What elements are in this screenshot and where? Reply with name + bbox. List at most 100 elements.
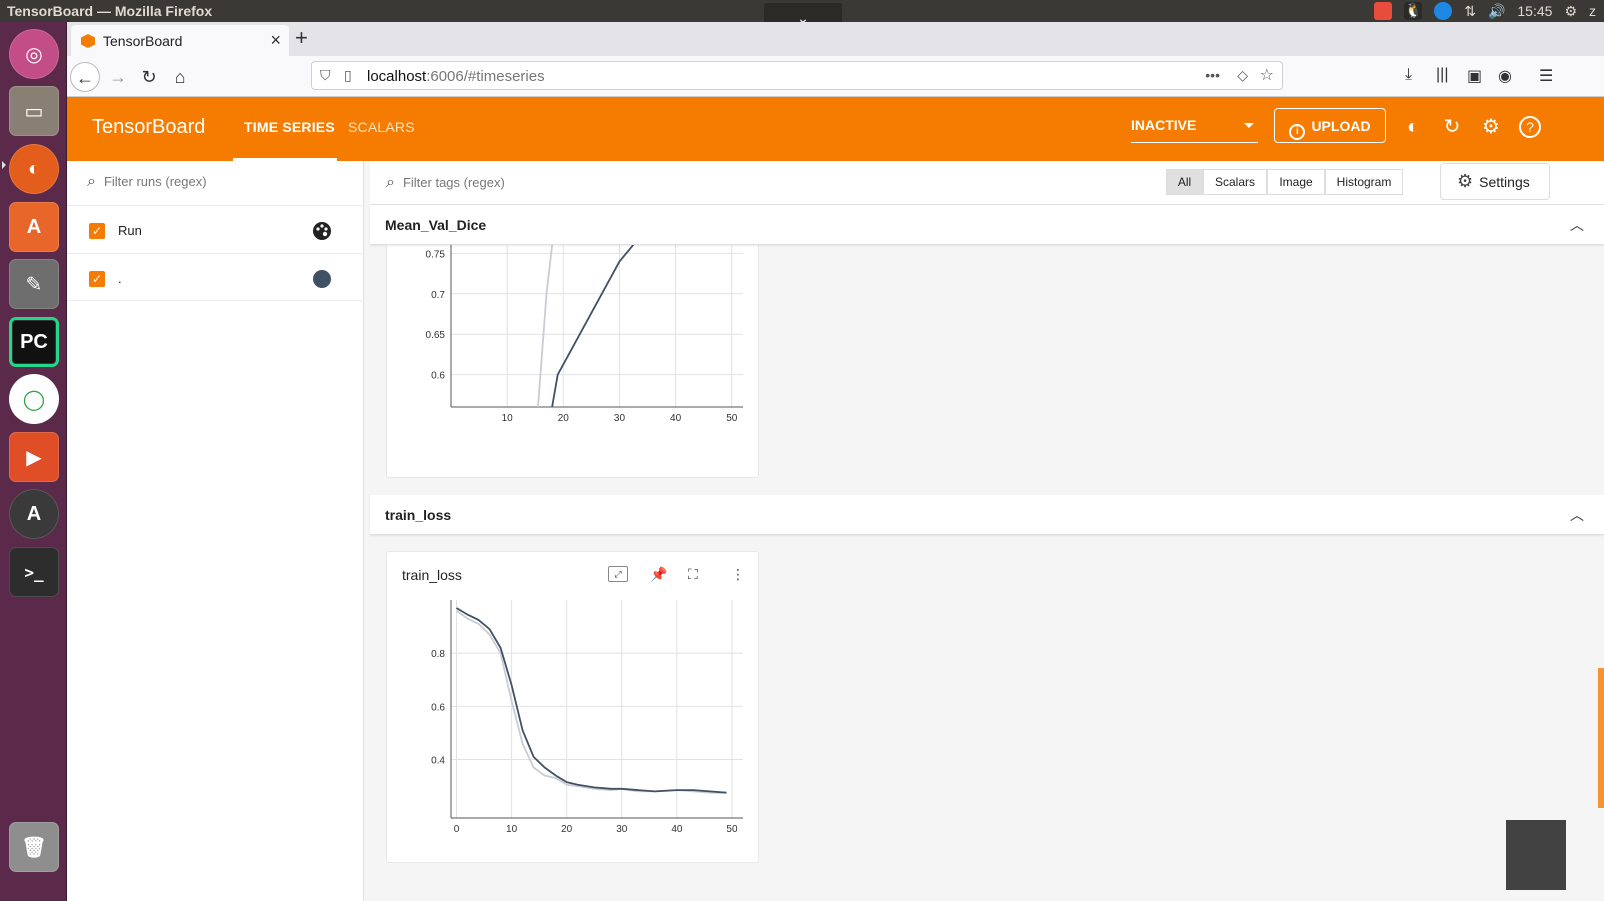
mean-val-dice-card: 10 20 30 40 50 0.6 0.65 0.7 0.75 [386,221,759,478]
run-label: . [118,271,122,286]
search-icon: ⌕ [386,174,395,191]
launcher-active-arrow [2,161,6,169]
filter-image[interactable]: Image [1267,169,1325,195]
runs-sidebar: ⌕ Filter runs (regex) ✓ Run ✓ . [67,161,364,901]
launcher: ◎ ▭ ◐ A ✎ PC ◯ ▶ A >_ 🗑 [0,22,67,901]
new-tab-icon[interactable]: + [295,25,308,51]
pocket-icon[interactable]: ◇ [1237,67,1248,84]
sidebar-toggle-icon[interactable]: ▣ [1467,66,1482,86]
help-icon[interactable]: ? [1519,116,1541,138]
filter-scalars[interactable]: Scalars [1203,169,1267,195]
page-actions-icon[interactable]: ••• [1205,67,1220,83]
search-icon: ⌕ [87,173,96,190]
x-tick-label: 20 [561,824,573,835]
x-tick-label: 50 [726,413,738,424]
media-player-icon[interactable]: ▶ [9,432,59,482]
page-info-icon[interactable]: ▯ [344,67,352,84]
menu-icon[interactable]: ☰ [1539,66,1553,86]
collapse-icon[interactable]: ︿ [1570,505,1584,525]
plugin-select[interactable]: INACTIVE [1131,117,1258,143]
series-line [551,221,654,407]
plugin-select-value: INACTIVE [1131,117,1197,133]
shield-icon[interactable]: ⛉ [320,67,331,84]
user-initial[interactable]: z [1589,3,1596,19]
x-tick-label: 40 [670,413,682,424]
train-loss-chart[interactable]: 0 10 20 30 40 50 0.4 0.6 0.8 [387,552,760,864]
refresh-icon[interactable]: ↻ [1441,116,1463,138]
x-tick-label: 30 [614,413,626,424]
brand: TensorBoard [92,116,206,138]
series-group [537,221,654,407]
trash-icon[interactable]: 🗑 [9,822,59,872]
power-icon[interactable]: ⚙ [1564,3,1577,20]
palette-icon[interactable] [312,221,332,241]
collapse-icon[interactable]: ︿ [1570,215,1584,235]
filter-tags-input[interactable]: ⌕ Filter tags (regex) [386,174,505,192]
close-tab-icon[interactable]: × [270,30,281,51]
back-icon[interactable]: ← [70,62,100,92]
mail-icon[interactable] [1374,2,1393,20]
bookmark-star-icon[interactable]: ☆ [1260,65,1274,85]
scrollbar[interactable] [1598,668,1604,808]
home-icon[interactable]: ⌂ [165,62,195,92]
file-manager-icon[interactable]: ▭ [9,86,59,136]
account-icon[interactable]: ◉ [1498,66,1512,86]
run-row[interactable]: ✓ . [67,253,364,301]
tab-time-series[interactable]: TIME SERIES [244,119,335,135]
series-line [455,609,727,794]
library-icon[interactable]: ||| [1436,66,1448,84]
linux-penguin-icon[interactable]: 🐧 [1404,2,1423,20]
clock[interactable]: 15:45 [1517,3,1552,19]
tab-title: TensorBoard [103,33,183,49]
train-loss-card: train_loss ⤢ 📌 ⛶ ⋮ 0 10 20 30 40 50 0.4 0.6 0.8 [386,551,759,863]
firefox-icon[interactable]: ◐ [9,144,59,194]
sync-icon[interactable]: ◯ [9,374,59,424]
chevron-down-icon [1244,123,1254,128]
gear-icon: ⚙ [1457,171,1474,191]
x-tick-label: 50 [726,824,738,835]
downloads-icon[interactable]: ⤓ [1405,66,1412,84]
group-header-train-loss[interactable]: train_loss ︿ [370,495,1604,535]
mean-val-dice-chart[interactable]: 10 20 30 40 50 0.6 0.65 0.7 0.75 [387,221,760,478]
teamviewer-icon[interactable] [1434,2,1453,20]
filter-tags-placeholder: Filter tags (regex) [402,175,505,190]
run-color-swatch[interactable] [312,269,332,289]
pycharm-icon[interactable]: PC [9,317,59,367]
system-settings-icon[interactable]: ✎ [9,259,59,309]
network-icon[interactable]: ⇅ [1464,3,1476,20]
settings-button[interactable]: ⚙ Settings [1440,163,1550,200]
time-series-main: ⌕ Filter tags (regex) All Scalars Image H… [370,161,1604,901]
software-updater-icon[interactable]: A [9,489,59,539]
tab-strip: TensorBoard × + [67,22,1604,56]
y-tick-label: 0.4 [431,756,445,767]
upload-button[interactable]: i UPLOAD [1274,108,1386,143]
theme-toggle-icon[interactable]: ◐ [1402,116,1424,138]
terminal-icon[interactable]: >_ [9,547,59,597]
x-tick-label: 30 [616,824,628,835]
series-line [537,221,556,407]
run-row[interactable]: ✓ Run [67,205,364,253]
software-center-icon[interactable]: A [9,202,59,252]
group-header-mean-val-dice[interactable]: Mean_Val_Dice ︿ [370,205,1604,245]
browser-tab[interactable]: TensorBoard × [71,25,289,56]
series-group [455,607,727,794]
x-tick-label: 40 [671,824,683,835]
group-title: train_loss [385,507,452,523]
run-checkbox[interactable]: ✓ [89,271,105,287]
filter-runs-input[interactable]: ⌕ Filter runs (regex) [87,173,207,191]
tab-scalars[interactable]: SCALARS [348,119,415,135]
url-path: :6006/#timeseries [426,68,545,85]
window-title: TensorBoard — Mozilla Firefox [7,3,213,19]
settings-gear-icon[interactable]: ⚙ [1480,116,1502,138]
run-checkbox[interactable]: ✓ [89,223,105,239]
system-tray: 🐧 ⇅ 🔊 15:45 ⚙ z [1374,2,1596,20]
url-bar[interactable]: ⛉ ▯ localhost:6006/#timeseries ••• ◇ ☆ [311,61,1283,90]
forward-icon[interactable]: → [103,62,133,92]
ubuntu-logo-icon[interactable]: ◎ [9,29,59,79]
system-top-bar: TensorBoard — Mozilla Firefox ⌄ 🐧 ⇅ 🔊 15… [0,0,1604,33]
filter-histogram[interactable]: Histogram [1325,169,1403,195]
volume-icon[interactable]: 🔊 [1488,3,1505,20]
y-tick-label: 0.75 [426,249,446,260]
reload-icon[interactable]: ↻ [134,62,164,92]
filter-all[interactable]: All [1166,169,1203,195]
